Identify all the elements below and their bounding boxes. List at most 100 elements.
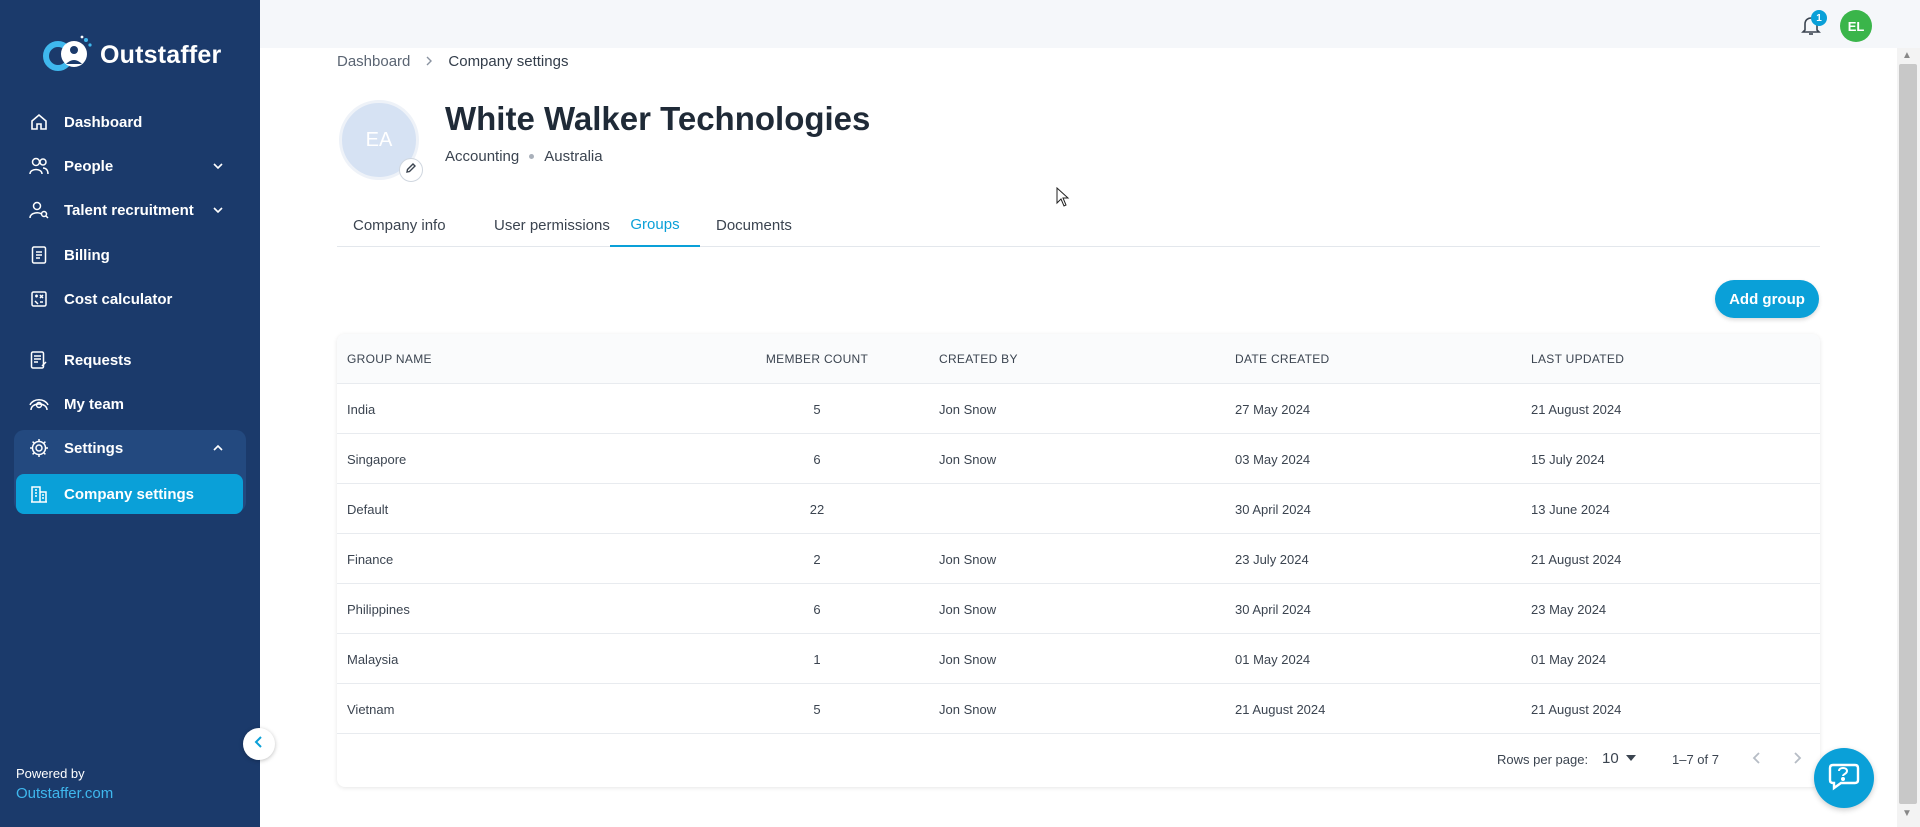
sidebar-item-billing[interactable]: Billing — [16, 235, 244, 275]
column-header-last-updated[interactable]: LAST UPDATED — [1531, 334, 1624, 384]
breadcrumb-current: Company settings — [448, 53, 569, 70]
sidebar-item-dashboard[interactable]: Dashboard — [16, 102, 244, 142]
cell-date-created: 21 August 2024 — [1235, 701, 1326, 717]
sidebar-item-my-team[interactable]: My team — [16, 384, 244, 424]
cell-group-name: Malaysia — [347, 651, 399, 667]
sidebar-item-label: Dashboard — [64, 113, 143, 131]
outstaffer-logo-icon — [42, 34, 94, 76]
powered-by-link[interactable]: Outstaffer.com — [16, 785, 113, 802]
user-search-icon — [29, 200, 49, 220]
cell-created-by: Jon Snow — [939, 701, 997, 717]
table-row[interactable]: Singapore 6 Jon Snow 03 May 2024 15 July… — [337, 434, 1820, 484]
sidebar-item-company-settings[interactable]: Company settings — [16, 474, 243, 514]
add-group-button[interactable]: Add group — [1715, 280, 1819, 318]
table-header: GROUP NAME MEMBER COUNT CREATED BY DATE … — [337, 334, 1820, 384]
table-row[interactable]: Default 22 30 April 2024 13 June 2024 — [337, 484, 1820, 534]
cell-date-created: 23 July 2024 — [1235, 551, 1309, 567]
company-industry: Accounting — [445, 148, 520, 165]
tab-documents[interactable]: Documents — [700, 204, 808, 247]
home-icon — [29, 112, 49, 132]
company-name: White Walker Technologies — [445, 100, 871, 137]
table-row[interactable]: Finance 2 Jon Snow 23 July 2024 21 Augus… — [337, 534, 1820, 584]
support-chat-button[interactable] — [1814, 748, 1874, 808]
cell-last-updated: 01 May 2024 — [1531, 651, 1607, 667]
cell-last-updated: 21 August 2024 — [1531, 701, 1622, 717]
breadcrumb: Dashboard Company settings — [337, 53, 568, 70]
company-meta: Accounting Australia — [445, 148, 603, 165]
request-icon — [29, 350, 49, 370]
cell-created-by: Jon Snow — [939, 551, 997, 567]
column-header-member-count[interactable]: MEMBER COUNT — [727, 334, 907, 384]
collapse-sidebar-button[interactable] — [243, 728, 275, 760]
user-avatar[interactable]: EL — [1840, 10, 1872, 42]
notification-badge: 1 — [1811, 10, 1827, 26]
sidebar-item-settings[interactable]: Settings — [16, 428, 244, 468]
cell-group-name: Philippines — [347, 601, 410, 617]
table-row[interactable]: Malaysia 1 Jon Snow 01 May 2024 01 May 2… — [337, 634, 1820, 684]
sidebar: Outstaffer Dashboard People Talent recru… — [0, 0, 260, 827]
cell-member-count: 5 — [813, 401, 821, 417]
cell-last-updated: 23 May 2024 — [1531, 601, 1607, 617]
company-tabs: Company info User permissions Groups Doc… — [337, 204, 1820, 247]
cell-created-by: Jon Snow — [939, 651, 997, 667]
cell-group-name: Vietnam — [347, 701, 395, 717]
cell-last-updated: 13 June 2024 — [1531, 501, 1610, 517]
sidebar-item-label: Billing — [64, 246, 110, 264]
chevron-up-icon[interactable] — [210, 440, 226, 456]
logo[interactable]: Outstaffer — [42, 34, 221, 76]
cell-member-count: 2 — [813, 551, 821, 567]
groups-table: GROUP NAME MEMBER COUNT CREATED BY DATE … — [337, 334, 1820, 787]
sidebar-item-people[interactable]: People — [16, 146, 244, 186]
tab-company-info[interactable]: Company info — [337, 204, 462, 247]
previous-page-button[interactable] — [1747, 748, 1767, 768]
cell-last-updated: 21 August 2024 — [1531, 551, 1622, 567]
column-header-created-by[interactable]: CREATED BY — [939, 334, 1018, 384]
cell-created-by: Jon Snow — [939, 601, 997, 617]
pencil-icon — [405, 161, 417, 179]
calculator-icon — [29, 289, 49, 309]
next-page-button[interactable] — [1787, 748, 1807, 768]
tab-user-permissions[interactable]: User permissions — [478, 204, 626, 247]
caret-down-icon[interactable] — [1626, 755, 1636, 761]
table-row[interactable]: Vietnam 5 Jon Snow 21 August 2024 21 Aug… — [337, 684, 1820, 734]
tab-groups[interactable]: Groups — [610, 204, 700, 247]
cell-group-name: Singapore — [347, 451, 407, 467]
building-icon — [29, 484, 49, 504]
breadcrumb-dashboard-link[interactable]: Dashboard — [337, 53, 410, 70]
top-bar — [260, 0, 1920, 48]
edit-avatar-button[interactable] — [399, 158, 423, 182]
scroll-down-arrow-icon[interactable]: ▼ — [1902, 808, 1912, 819]
table-row[interactable]: Philippines 6 Jon Snow 30 April 2024 23 … — [337, 584, 1820, 634]
chevron-down-icon[interactable] — [210, 158, 226, 174]
column-header-group-name[interactable]: GROUP NAME — [347, 334, 432, 384]
scrollbar-thumb[interactable] — [1899, 64, 1917, 804]
cell-group-name: Default — [347, 501, 389, 517]
cell-group-name: Finance — [347, 551, 394, 567]
column-header-date-created[interactable]: DATE CREATED — [1235, 334, 1330, 384]
mouse-cursor-icon — [1056, 186, 1070, 207]
sidebar-item-label: Company settings — [64, 485, 195, 503]
sidebar-item-cost-calculator[interactable]: Cost calculator — [16, 279, 244, 319]
gear-icon — [29, 438, 49, 458]
cell-last-updated: 21 August 2024 — [1531, 401, 1622, 417]
people-icon — [29, 156, 49, 176]
logo-text: Outstaffer — [100, 40, 222, 69]
cell-date-created: 03 May 2024 — [1235, 451, 1311, 467]
sidebar-item-label: Settings — [64, 439, 124, 457]
table-pagination: Rows per page: 10 1–7 of 7 — [337, 734, 1820, 786]
chevron-right-icon — [424, 53, 434, 70]
cell-last-updated: 15 July 2024 — [1531, 451, 1605, 467]
chevron-down-icon[interactable] — [210, 202, 226, 218]
cell-member-count: 5 — [813, 701, 821, 717]
sidebar-item-talent-recruitment[interactable]: Talent recruitment — [16, 190, 244, 230]
scroll-up-arrow-icon[interactable]: ▲ — [1902, 50, 1912, 61]
rows-per-page-select[interactable]: 10 — [1602, 750, 1619, 767]
table-row[interactable]: India 5 Jon Snow 27 May 2024 21 August 2… — [337, 384, 1820, 434]
cell-date-created: 27 May 2024 — [1235, 401, 1311, 417]
sidebar-item-label: People — [64, 157, 114, 175]
separator-dot-icon — [529, 154, 535, 159]
company-country: Australia — [544, 148, 603, 165]
chat-icon — [1827, 761, 1861, 796]
sidebar-item-requests[interactable]: Requests — [16, 340, 244, 380]
sidebar-item-label: Requests — [64, 351, 132, 369]
